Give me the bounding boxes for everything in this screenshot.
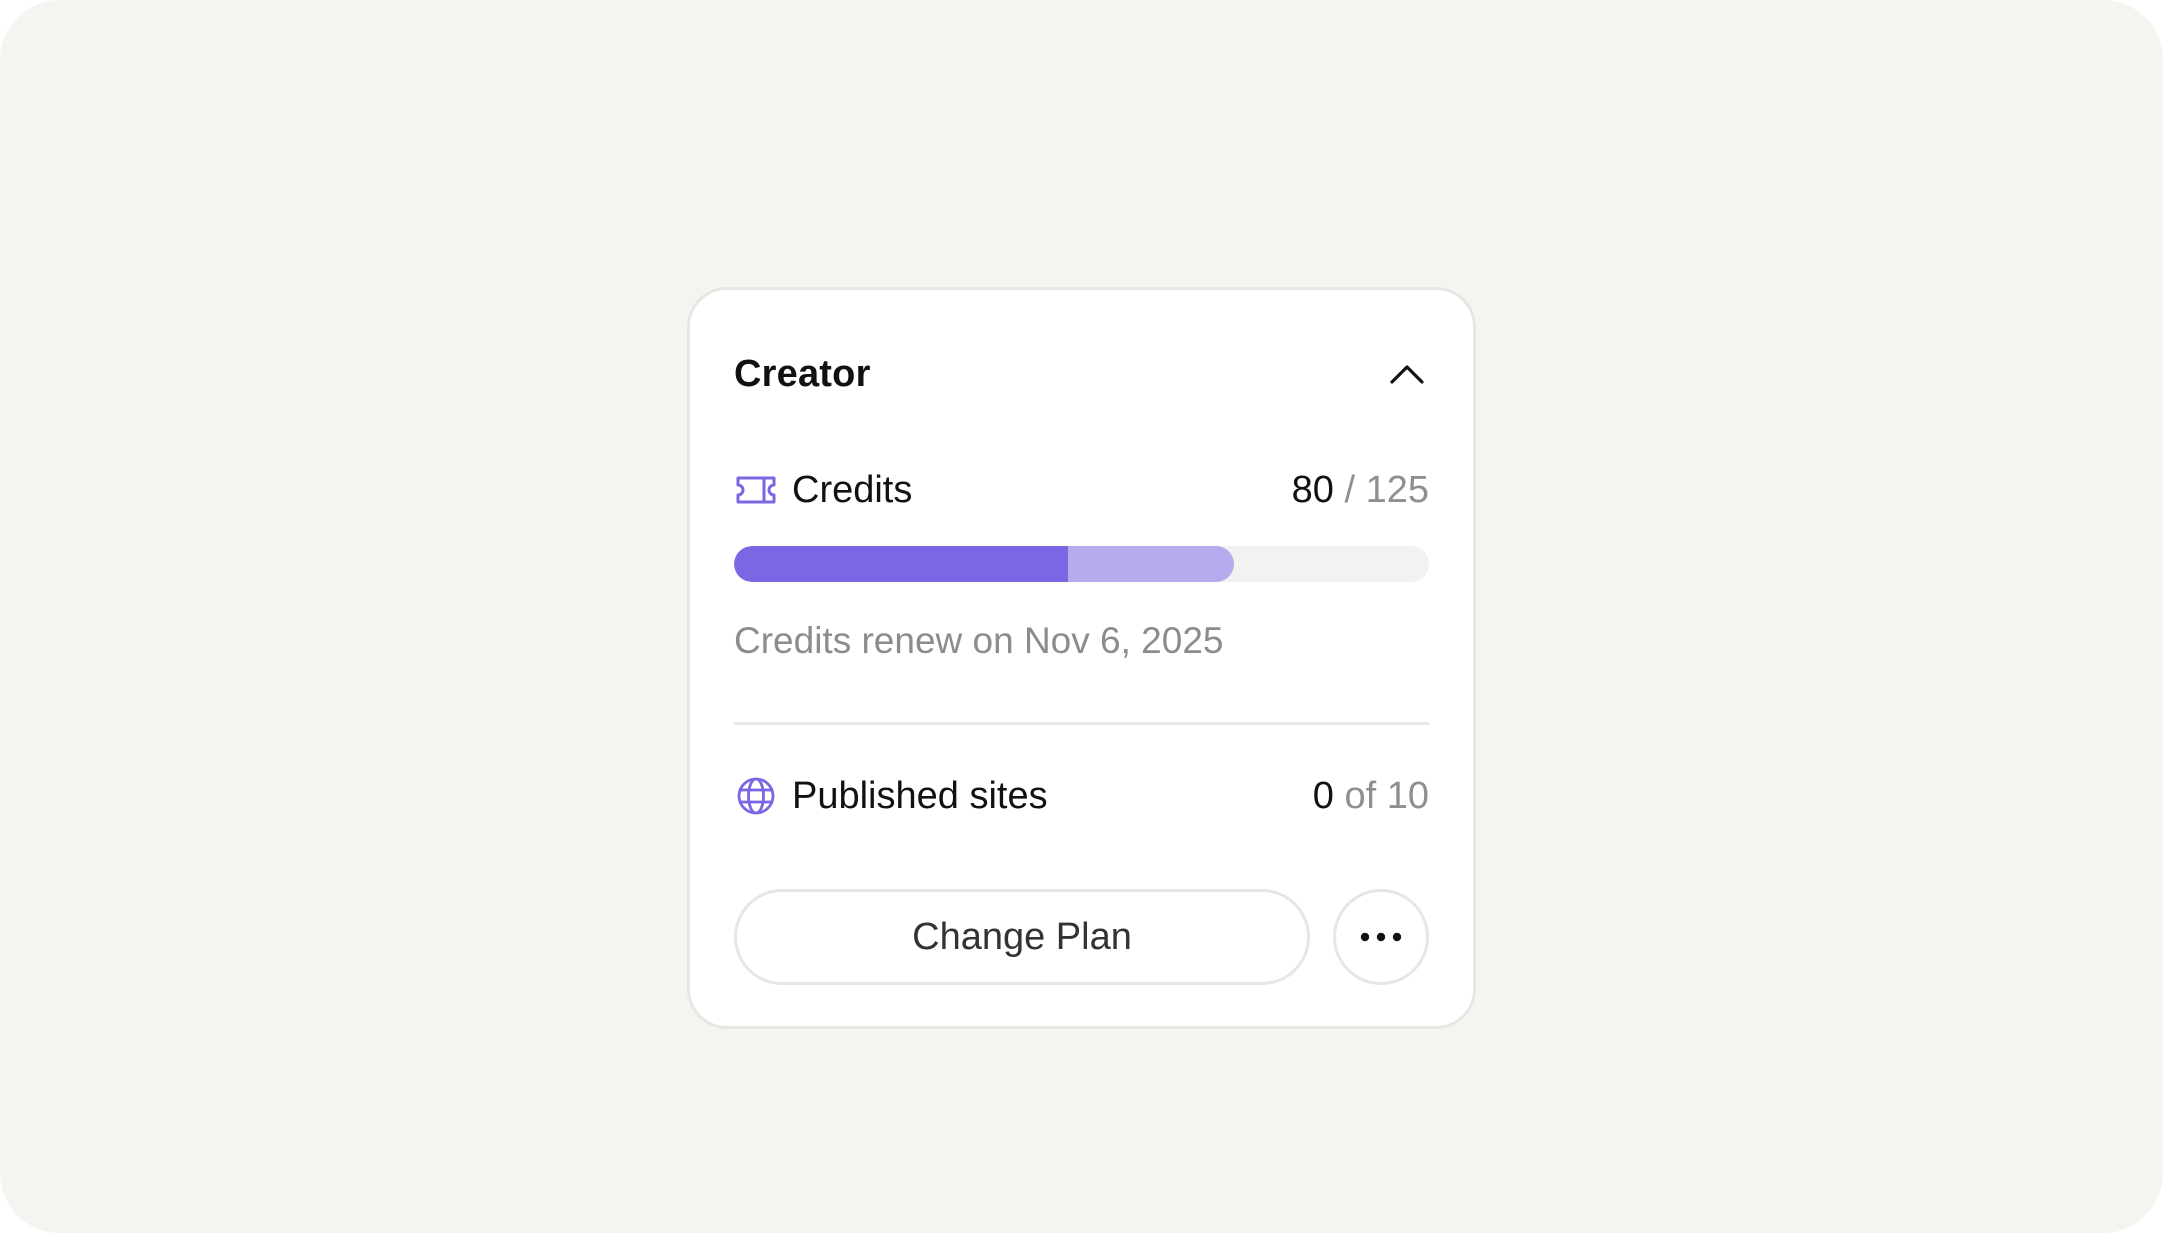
plan-card: Creator Credits 80 / 125 Credits renew o… [687, 287, 1476, 1029]
published-sites-row: Published sites 0 of 10 [734, 766, 1429, 826]
credits-used: 80 [1291, 468, 1334, 511]
published-sites-total: of 10 [1333, 774, 1429, 817]
published-sites-count: 0 [1312, 774, 1334, 817]
change-plan-button[interactable]: Change Plan [734, 889, 1310, 985]
credits-progress-bar [734, 546, 1429, 582]
credits-row: Credits 80 / 125 [734, 460, 1429, 520]
collapse-button[interactable] [1379, 346, 1435, 402]
credits-progress-used [734, 546, 1068, 582]
plan-actions: Change Plan [734, 889, 1429, 985]
globe-icon [734, 774, 778, 818]
published-sites-label: Published sites [792, 774, 1048, 817]
plan-title: Creator [734, 352, 871, 395]
credits-total: / 125 [1333, 468, 1429, 511]
credits-progress-extra [1067, 546, 1235, 582]
more-options-button[interactable] [1333, 889, 1429, 985]
published-sites-value: 0 of 10 [1313, 775, 1429, 818]
more-horizontal-icon [1360, 932, 1402, 942]
credits-value: 80 / 125 [1292, 469, 1429, 512]
credits-label: Credits [792, 468, 913, 511]
credits-renew-text: Credits renew on Nov 6, 2025 [734, 620, 1224, 661]
page-background: Creator Credits 80 / 125 Credits renew o… [0, 0, 2163, 1233]
section-divider [734, 722, 1429, 725]
chevron-up-icon [1390, 365, 1424, 384]
plan-header[interactable]: Creator [734, 342, 1429, 406]
ticket-icon [734, 468, 778, 512]
